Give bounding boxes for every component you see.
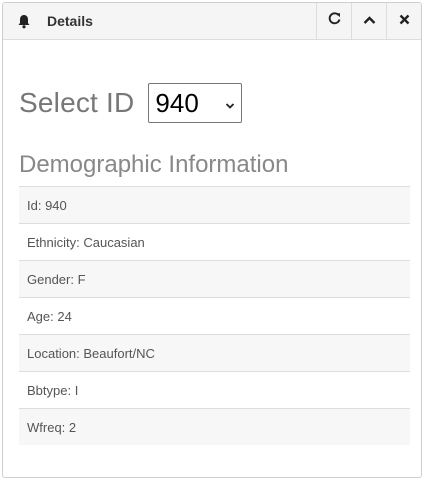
collapse-button[interactable] bbox=[351, 3, 386, 39]
details-panel: Details Select ID 940 Demographic Inform… bbox=[2, 2, 422, 478]
panel-header: Details bbox=[3, 3, 421, 40]
info-row-id: Id: 940 bbox=[19, 186, 410, 223]
bell-icon bbox=[16, 13, 32, 29]
refresh-button[interactable] bbox=[316, 3, 351, 39]
info-row-ethnicity: Ethnicity: Caucasian bbox=[19, 223, 410, 260]
info-row-wfreq: Wfreq: 2 bbox=[19, 408, 410, 445]
select-id-dropdown[interactable]: 940 bbox=[148, 83, 243, 123]
demographic-info-list: Id: 940 Ethnicity: Caucasian Gender: F A… bbox=[19, 186, 410, 445]
demographic-heading: Demographic Information bbox=[19, 151, 289, 178]
chevron-up-icon bbox=[363, 12, 376, 30]
refresh-icon bbox=[328, 12, 341, 30]
panel-title: Details bbox=[47, 13, 93, 29]
info-row-location: Location: Beaufort/NC bbox=[19, 334, 410, 371]
chevron-down-icon bbox=[225, 97, 235, 115]
close-icon bbox=[399, 12, 410, 30]
info-row-gender: Gender: F bbox=[19, 260, 410, 297]
select-id-label: Select ID bbox=[19, 87, 135, 118]
info-row-age: Age: 24 bbox=[19, 297, 410, 334]
select-id-value: 940 bbox=[155, 87, 199, 118]
header-actions bbox=[316, 3, 421, 39]
close-button[interactable] bbox=[386, 3, 421, 39]
select-id-row: Select ID 940 bbox=[19, 83, 243, 123]
info-row-bbtype: Bbtype: I bbox=[19, 371, 410, 408]
